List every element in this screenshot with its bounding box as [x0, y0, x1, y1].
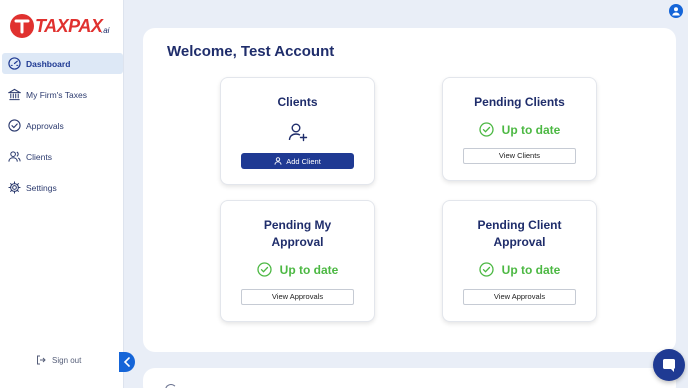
- sidebar-item-label: My Firm's Taxes: [26, 89, 87, 100]
- brand-logo[interactable]: TAXPAX .ai: [10, 14, 110, 40]
- user-avatar-button[interactable]: [669, 4, 683, 18]
- panel-icon: [165, 384, 177, 388]
- sidebar-item-dashboard[interactable]: Dashboard: [2, 53, 123, 74]
- clients-card: Clients Add Client: [220, 77, 375, 185]
- logo-mark-icon: [10, 14, 34, 38]
- sidebar-item-label: Approvals: [26, 120, 64, 131]
- sidebar-item-label: Settings: [26, 182, 57, 193]
- pending-client-approval-title-line2: Approval: [493, 235, 546, 249]
- brand-suffix: .ai: [101, 26, 110, 35]
- sidebar-nav: Dashboard My Firm's Taxes Approvals Clie…: [0, 53, 124, 208]
- chat-icon: [663, 359, 675, 372]
- check-circle-icon: [8, 119, 21, 132]
- brand-name: TAXPAX: [35, 16, 103, 36]
- pending-my-approval-title-line1: Pending My: [263, 218, 332, 232]
- add-client-button[interactable]: Add Client: [241, 153, 354, 169]
- sidebar: TAXPAX .ai Dashboard My Firm's Taxes App…: [0, 0, 124, 388]
- gear-icon: [8, 181, 21, 194]
- secondary-panel: [143, 368, 676, 388]
- pending-clients-card: Pending Clients Up to date View Clients: [442, 77, 597, 181]
- status-text: Up to date: [501, 262, 561, 277]
- view-approvals-button[interactable]: View Approvals: [463, 289, 576, 305]
- pending-client-approval-title-line1: Pending Client: [477, 218, 562, 232]
- check-circle-icon: [479, 262, 494, 277]
- check-circle-icon: [257, 262, 272, 277]
- sidebar-item-settings[interactable]: Settings: [0, 177, 124, 198]
- sign-out-icon: [37, 355, 46, 365]
- dashboard-panel: Welcome, Test Account Clients Add Client…: [143, 28, 676, 352]
- check-circle-icon: [479, 122, 494, 137]
- add-user-icon: [288, 123, 308, 142]
- view-approvals-button[interactable]: View Approvals: [241, 289, 354, 305]
- pending-client-approval-status: Up to date: [443, 262, 596, 277]
- sign-out-label: Sign out: [52, 355, 82, 365]
- pending-client-approval-card: Pending Client Approval Up to date View …: [442, 200, 597, 322]
- status-text: Up to date: [279, 262, 339, 277]
- bank-building-icon: [8, 88, 21, 101]
- page-title: Welcome, Test Account: [167, 43, 335, 60]
- chat-support-button[interactable]: [653, 349, 685, 381]
- add-client-label: Add Client: [286, 156, 321, 166]
- chevron-left-icon: [123, 357, 130, 367]
- pending-my-approval-card: Pending My Approval Up to date View Appr…: [220, 200, 375, 322]
- users-icon: [8, 151, 21, 162]
- user-icon: [274, 157, 282, 165]
- status-text: Up to date: [501, 122, 561, 137]
- pending-clients-status: Up to date: [443, 122, 596, 137]
- sidebar-item-label: Dashboard: [26, 58, 71, 69]
- sidebar-item-label: Clients: [26, 151, 52, 162]
- sign-out-button[interactable]: Sign out: [36, 355, 81, 365]
- sidebar-item-my-firms-taxes[interactable]: My Firm's Taxes: [0, 84, 124, 105]
- view-clients-button[interactable]: View Clients: [463, 148, 576, 164]
- sidebar-item-approvals[interactable]: Approvals: [0, 115, 124, 136]
- pending-clients-title: Pending Clients: [474, 95, 565, 109]
- clients-card-title: Clients: [277, 95, 318, 109]
- sidebar-item-clients[interactable]: Clients: [0, 146, 124, 167]
- dashboard-gauge-icon: [8, 57, 21, 70]
- pending-my-approval-status: Up to date: [221, 262, 374, 277]
- user-icon: [672, 7, 680, 16]
- pending-my-approval-title-line2: Approval: [271, 235, 324, 249]
- sidebar-collapse-button[interactable]: [119, 352, 135, 372]
